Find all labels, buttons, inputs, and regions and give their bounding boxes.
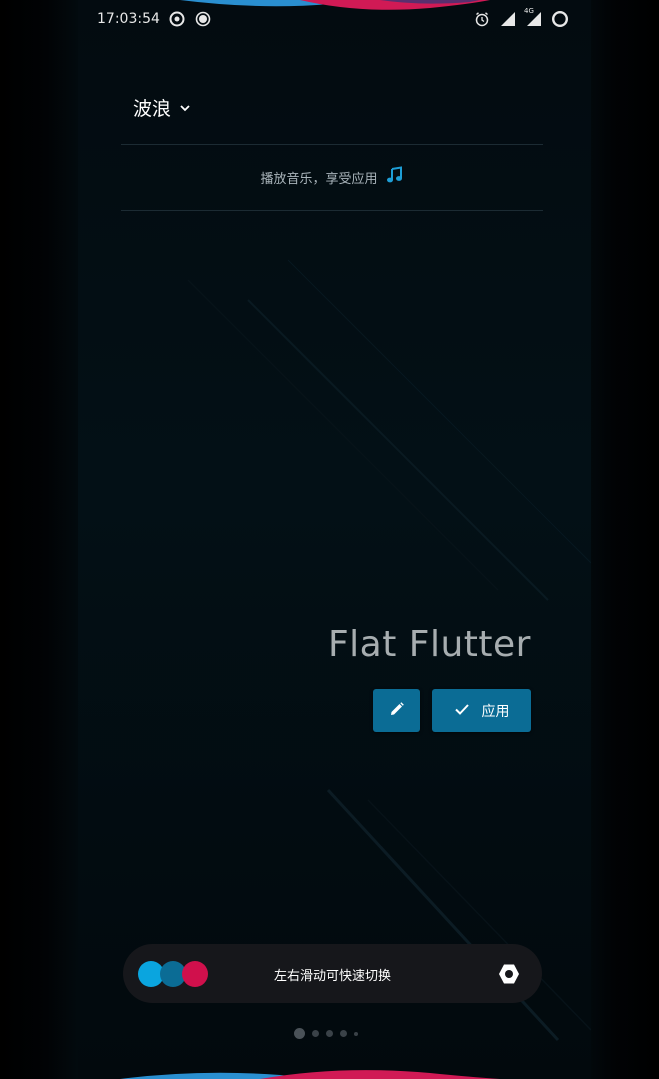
style-selector-label: 波浪 [133,98,172,120]
battery-icon [551,10,569,28]
clock: 17:03:54 [97,11,160,27]
swipe-hint: 左右滑动可快速切换 [273,969,391,984]
theme-name: Flat Flutter [327,624,531,665]
page-dot [312,1030,319,1037]
page-dot [340,1030,347,1037]
style-selector[interactable]: 波浪 [133,94,191,121]
record-icon [194,10,212,28]
divider-top [121,144,543,145]
status-bar: 17:03:54 4G [97,7,569,30]
pencil-icon [389,701,405,721]
hint-row: 播放音乐，享受应用 [121,166,543,188]
right-edge [581,0,659,1079]
netease-music-icon [168,10,186,28]
page-indicator [294,1028,358,1039]
page-dot [294,1028,305,1039]
left-edge [0,0,78,1079]
theme-switcher-bar[interactable]: 左右滑动可快速切换 [123,944,542,1003]
apply-button[interactable]: 应用 [432,689,531,732]
alarm-icon [473,10,491,28]
apply-button-label: 应用 [481,703,510,720]
settings-button[interactable] [496,961,522,987]
visualizer-wave-bottom [120,1070,500,1079]
hint-text: 播放音乐，享受应用 [260,171,378,187]
hexagon-settings-icon [499,964,519,984]
signal-icon [499,10,517,28]
divider-bottom [121,210,543,211]
check-icon [454,701,470,721]
chevron-down-icon [179,97,191,119]
music-note-icon [386,166,404,188]
edit-button[interactable] [373,689,420,732]
page-dot [354,1031,358,1036]
network-type-label: 4G [524,7,534,15]
signal-4g-icon: 4G [524,7,543,28]
page-dot [326,1030,333,1037]
